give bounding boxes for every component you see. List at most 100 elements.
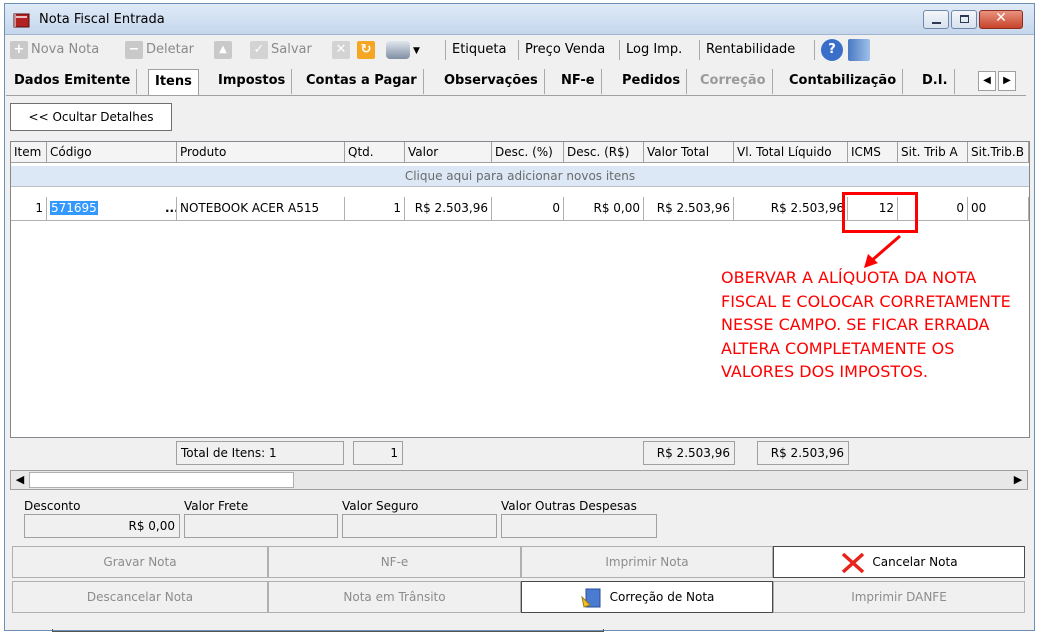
help-button[interactable]: ? <box>821 37 846 63</box>
frete-label: Valor Frete <box>184 499 249 513</box>
print-button[interactable]: ▼ <box>386 37 420 63</box>
descancelar-nota-button[interactable]: Descancelar Nota <box>12 581 268 613</box>
annotation-line: OBERVAR A ALÍQUOTA DA NOTA <box>721 268 977 287</box>
cell-qtd[interactable]: 1 <box>345 197 405 221</box>
salvar-label: Salvar <box>271 42 312 57</box>
column-header-qtd[interactable]: Qtd. <box>345 142 405 163</box>
imprimir-danfe-button[interactable]: Imprimir DANFE <box>773 581 1025 613</box>
exit-button[interactable] <box>848 37 873 63</box>
tab-observacoes[interactable]: Observações <box>438 69 545 94</box>
seguro-field[interactable] <box>342 514 497 538</box>
annotation-text: OBERVAR A ALÍQUOTA DA NOTA FISCAL E COLO… <box>721 266 1037 384</box>
correcao-de-nota-button[interactable]: Correção de Nota <box>521 581 773 613</box>
total-itens: Total de Itens: 1 <box>176 441 344 465</box>
total-valor: R$ 2.503,96 <box>643 441 735 465</box>
column-header-produto[interactable]: Produto <box>177 142 345 163</box>
background-window-edge <box>52 629 604 632</box>
tab-itens[interactable]: Itens <box>148 69 199 96</box>
column-header-desc-pct[interactable]: Desc. (%) <box>492 142 564 163</box>
scroll-left-icon[interactable]: ◀ <box>12 472 28 488</box>
nova-nota-button[interactable]: + Nova Nota <box>10 37 99 63</box>
plus-icon: + <box>10 40 28 59</box>
deletar-button[interactable]: − Deletar <box>125 37 194 63</box>
cell-valor-total[interactable]: R$ 2.503,96 <box>644 197 734 221</box>
cell-valor[interactable]: R$ 2.503,96 <box>405 197 492 221</box>
cancelar-nota-label: Cancelar Nota <box>872 555 958 569</box>
tab-pedidos[interactable]: Pedidos <box>616 69 688 94</box>
ocultar-detalhes-button[interactable]: << Ocultar Detalhes <box>10 103 172 131</box>
deletar-label: Deletar <box>146 42 195 57</box>
column-header-desc-rs[interactable]: Desc. (R$) <box>564 142 644 163</box>
toolbar-separator <box>619 40 620 60</box>
cell-vl-total-liquido[interactable]: R$ 2.503,96 <box>734 197 848 221</box>
maximize-button[interactable] <box>951 10 977 29</box>
imprimir-nota-button[interactable]: Imprimir Nota <box>521 546 773 578</box>
tab-contas-a-pagar[interactable]: Contas a Pagar <box>300 69 424 94</box>
close-icon: ✕ <box>995 10 1007 26</box>
up-button[interactable]: ▲ <box>214 37 235 63</box>
column-header-item[interactable]: Item <box>11 142 47 163</box>
cell-produto[interactable]: NOTEBOOK ACER A515 <box>177 197 345 221</box>
cancelar-nota-button[interactable]: Cancelar Nota <box>773 546 1025 578</box>
salvar-button[interactable]: ✓ Salvar <box>250 37 312 63</box>
frete-field[interactable] <box>184 514 338 538</box>
cell-codigo[interactable]: 571695 ... <box>47 197 177 221</box>
tab-scroll-left-icon[interactable]: ◀ <box>978 71 996 91</box>
column-header-sit-trib-a[interactable]: Sit. Trib A <box>898 142 968 163</box>
cell-desc-rs[interactable]: R$ 0,00 <box>564 197 644 221</box>
tab-di[interactable]: D.I. <box>916 69 955 94</box>
minimize-icon <box>932 22 941 24</box>
log-imp-button[interactable]: Log Imp. <box>626 37 682 63</box>
cell-item[interactable]: 1 <box>11 197 47 221</box>
horizontal-scrollbar[interactable]: ◀ ▶ <box>10 470 1028 490</box>
column-header-vl-total-liquido[interactable]: Vl. Total Líquido <box>734 142 848 163</box>
toolbar-separator <box>518 40 519 60</box>
column-header-codigo[interactable]: Código <box>47 142 177 163</box>
printer-icon <box>386 40 410 59</box>
icms-highlight-box <box>842 192 918 233</box>
refresh-icon: ↻ <box>357 40 375 59</box>
column-header-sit-trib-b[interactable]: Sit.Trib.B <box>968 142 1029 163</box>
etiqueta-button[interactable]: Etiqueta <box>452 37 506 63</box>
desconto-field[interactable]: R$ 0,00 <box>24 514 180 538</box>
tab-contabilizacao[interactable]: Contabilização <box>783 69 904 94</box>
column-header-icms[interactable]: ICMS <box>848 142 898 163</box>
chevron-down-icon: ▼ <box>413 46 420 56</box>
tab-bar: Dados Emitente Itens Impostos Contas a P… <box>6 69 1026 96</box>
tab-scroll-right-icon[interactable]: ▶ <box>998 71 1016 91</box>
minus-icon: − <box>125 40 143 59</box>
tab-impostos[interactable]: Impostos <box>212 69 293 94</box>
toolbar: + Nova Nota − Deletar ▲ ✓ Salvar ✕ ↻ ▼ Etiq… <box>6 37 1026 63</box>
annotation-line: ALTERA COMPLETAMENTE OS <box>721 338 955 358</box>
cell-desc-pct[interactable]: 0 <box>492 197 564 221</box>
lookup-button[interactable]: ... <box>165 197 176 219</box>
correction-document-icon <box>580 588 601 608</box>
close-button[interactable]: ✕ <box>979 10 1023 29</box>
total-vl-liquido: R$ 2.503,96 <box>757 441 849 465</box>
cancel-edit-button[interactable]: ✕ <box>332 37 353 63</box>
scroll-right-icon[interactable]: ▶ <box>1010 472 1026 488</box>
seguro-label: Valor Seguro <box>342 499 419 513</box>
toolbar-separator <box>814 40 815 60</box>
desconto-label: Desconto <box>24 499 81 513</box>
preco-venda-button[interactable]: Preço Venda <box>525 37 605 63</box>
scrollbar-thumb[interactable] <box>29 472 294 488</box>
rentabilidade-button[interactable]: Rentabilidade <box>706 37 795 63</box>
tab-correcao[interactable]: Correção <box>694 69 773 94</box>
nota-em-transito-button[interactable]: Nota em Trânsito <box>268 581 521 613</box>
cancel-x-icon <box>842 552 865 573</box>
outras-despesas-field[interactable] <box>501 514 657 538</box>
add-new-item-row[interactable]: Clique aqui para adicionar novos itens <box>11 166 1029 187</box>
codigo-value[interactable]: 571695 <box>50 201 98 215</box>
gravar-nota-button[interactable]: Gravar Nota <box>12 546 268 578</box>
outras-despesas-label: Valor Outras Despesas <box>501 499 637 513</box>
column-header-valor[interactable]: Valor <box>405 142 492 163</box>
tab-nfe[interactable]: NF-e <box>555 69 602 94</box>
cell-sit-trib-b[interactable]: 00 <box>968 197 1029 221</box>
nfe-button[interactable]: NF-e <box>268 546 521 578</box>
minimize-button[interactable] <box>923 10 949 29</box>
total-qtd: 1 <box>353 441 403 465</box>
tab-dados-emitente[interactable]: Dados Emitente <box>8 69 138 94</box>
column-header-valor-total[interactable]: Valor Total <box>644 142 734 163</box>
refresh-button[interactable]: ↻ <box>357 37 378 63</box>
